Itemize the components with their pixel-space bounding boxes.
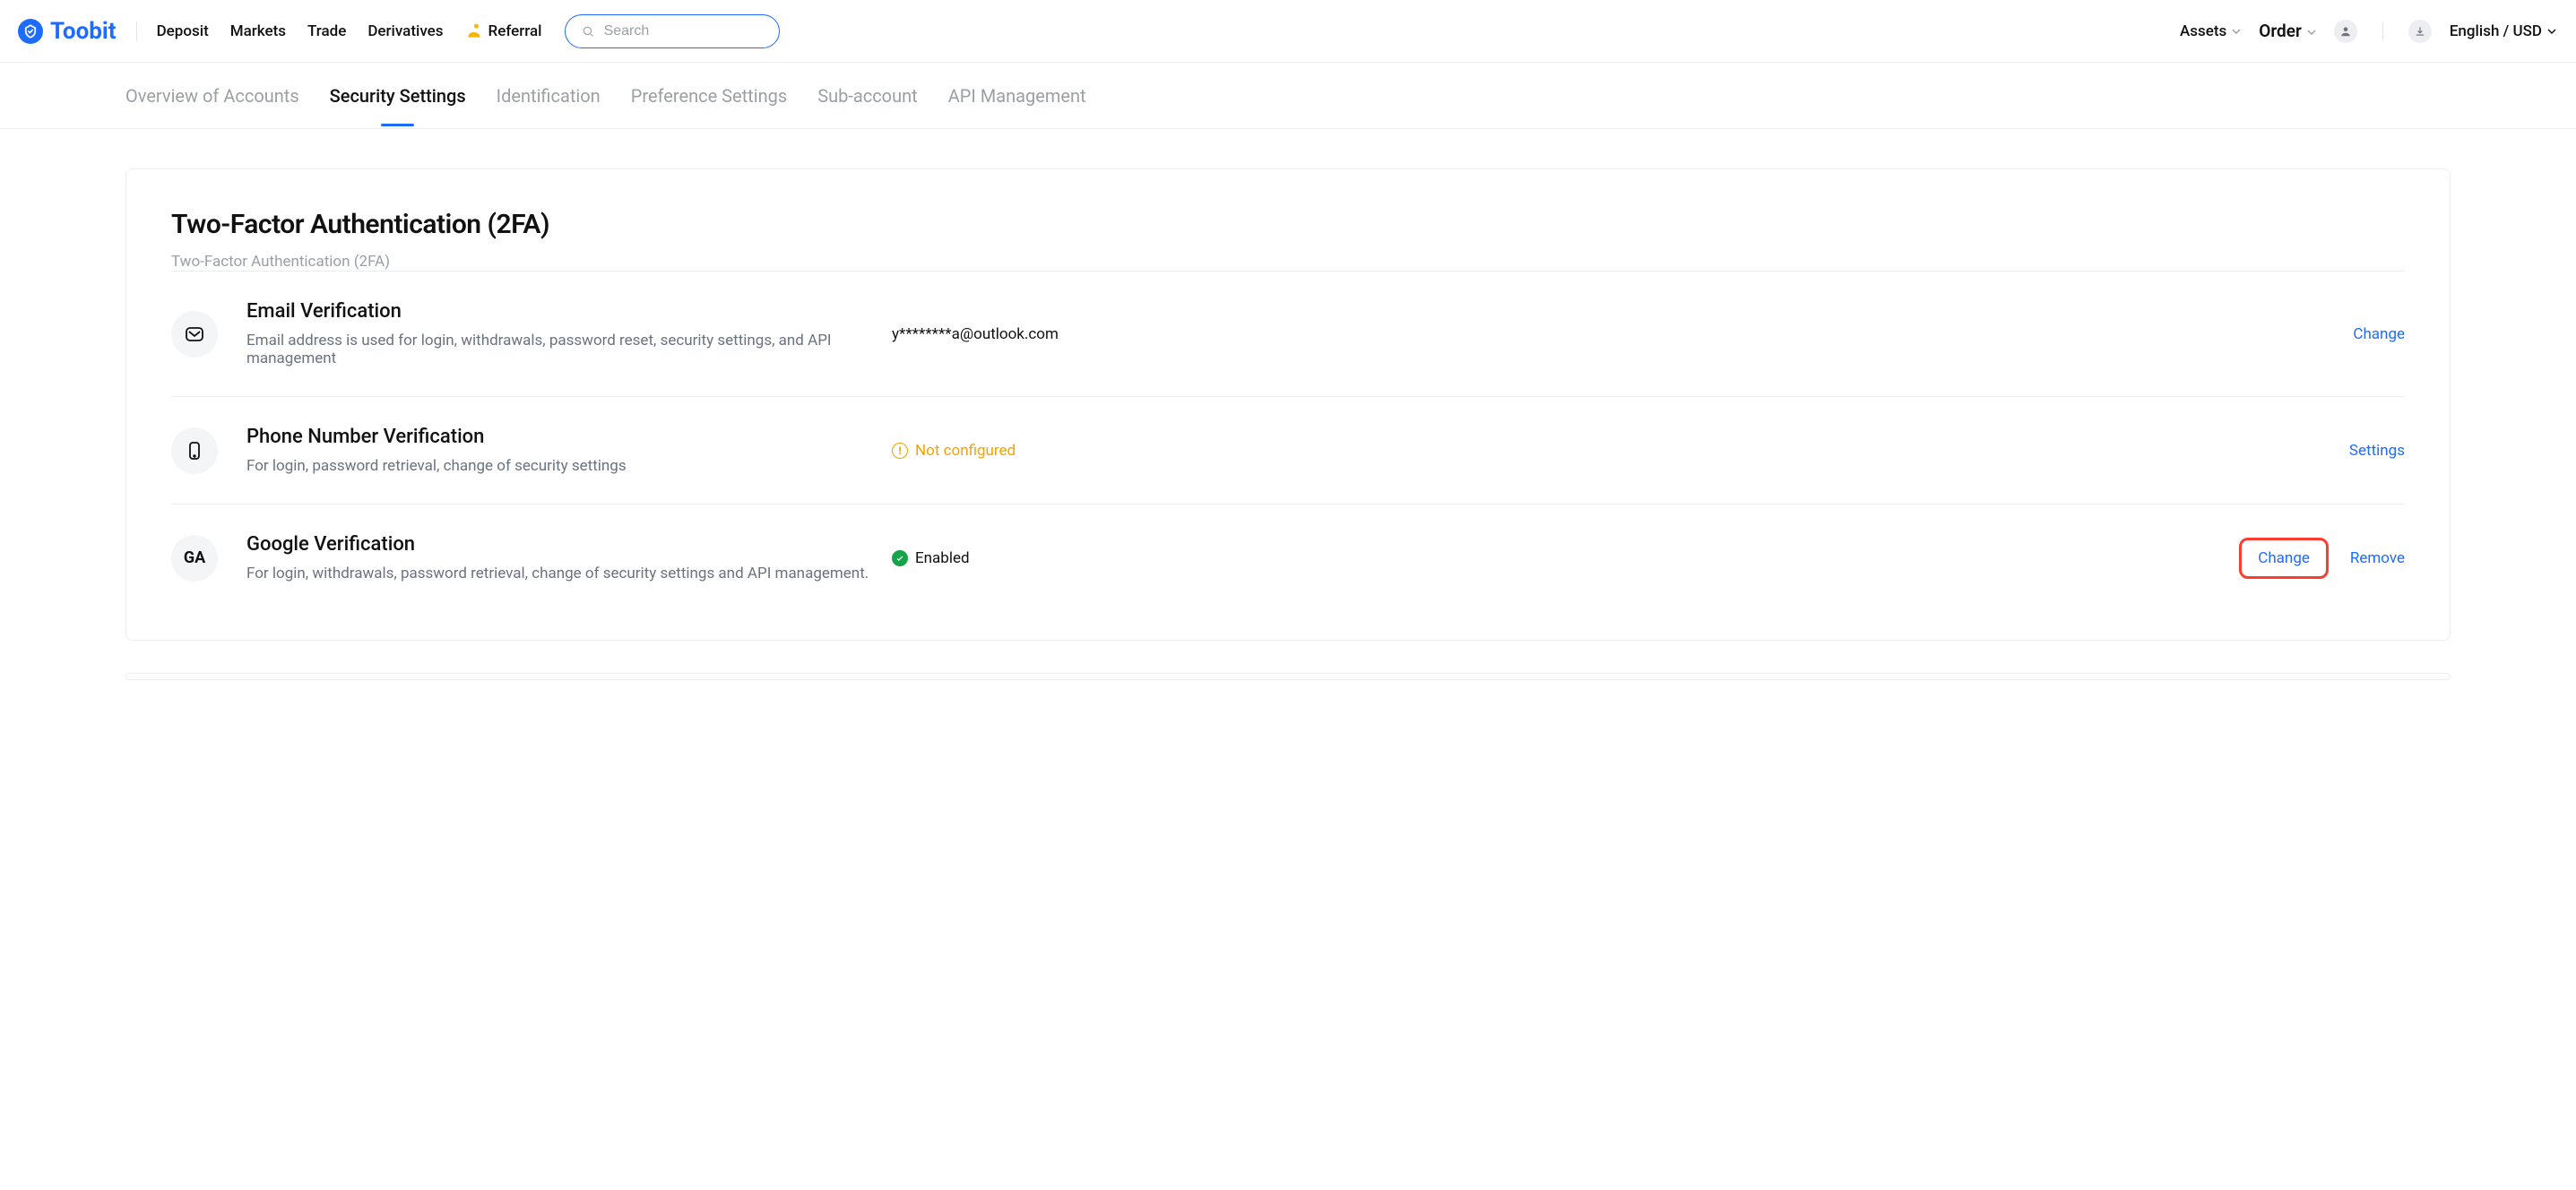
order-dropdown[interactable]: Order	[2259, 21, 2316, 41]
phone-settings-button[interactable]: Settings	[2349, 442, 2405, 460]
phone-icon	[171, 427, 218, 474]
nav-referral[interactable]: Referral	[465, 22, 542, 40]
phone-status: ! Not configured	[892, 442, 2349, 460]
email-value: y********a@outlook.com	[892, 325, 2353, 343]
caret-down-icon	[2307, 21, 2316, 41]
google-remove-button[interactable]: Remove	[2350, 549, 2405, 567]
assets-dropdown[interactable]: Assets	[2180, 22, 2241, 40]
caret-down-icon	[2232, 22, 2241, 40]
order-label: Order	[2259, 21, 2302, 41]
warning-icon: !	[892, 443, 908, 459]
tab-subaccount[interactable]: Sub-account	[817, 65, 918, 126]
google-change-button[interactable]: Change	[2258, 549, 2310, 567]
top-bar: Toobit Deposit Markets Trade Derivatives…	[0, 0, 2576, 63]
twofa-card: Two-Factor Authentication (2FA) Two-Fact…	[125, 168, 2451, 641]
email-change-button[interactable]: Change	[2353, 325, 2405, 343]
account-avatar[interactable]	[2334, 20, 2357, 43]
search-input[interactable]	[604, 23, 764, 39]
google-status: Enabled	[892, 549, 2239, 567]
language-currency-dropdown[interactable]: English / USD	[2450, 22, 2556, 40]
highlight-annotation: Change	[2239, 538, 2329, 579]
email-masked: y********a@outlook.com	[892, 325, 1059, 343]
nav-markets[interactable]: Markets	[230, 22, 286, 40]
search-box[interactable]	[565, 14, 780, 48]
google-auth-icon: GA	[171, 535, 218, 582]
brand-logo-icon	[18, 19, 43, 44]
brand-logo[interactable]: Toobit	[18, 18, 117, 45]
divider	[136, 22, 137, 41]
mail-icon	[171, 311, 218, 358]
next-card-peek	[125, 673, 2451, 680]
top-right-group: Assets Order English / USD	[2180, 20, 2556, 43]
phone-status-text: Not configured	[915, 442, 1016, 460]
brand-name: Toobit	[50, 18, 117, 45]
referral-icon	[465, 22, 483, 40]
nav-derivatives[interactable]: Derivatives	[367, 22, 443, 40]
nav-deposit[interactable]: Deposit	[157, 22, 209, 40]
row-email-verification: Email Verification Email address is used…	[171, 271, 2405, 396]
caret-down-icon	[2547, 22, 2556, 40]
search-icon	[582, 24, 594, 39]
row-description: For login, withdrawals, password retriev…	[246, 565, 892, 582]
row-title: Google Verification	[246, 533, 892, 556]
row-title: Phone Number Verification	[246, 426, 892, 448]
row-google-verification: GA Google Verification For login, withdr…	[171, 504, 2405, 611]
row-description: Email address is used for login, withdra…	[246, 332, 892, 367]
account-subnav: Overview of Accounts Security Settings I…	[0, 63, 2576, 129]
language-currency-label: English / USD	[2450, 22, 2542, 40]
tab-preference[interactable]: Preference Settings	[631, 65, 787, 126]
section-subtitle: Two-Factor Authentication (2FA)	[171, 253, 2405, 271]
tab-api[interactable]: API Management	[948, 65, 1086, 126]
google-auth-icon-text: GA	[184, 548, 205, 567]
assets-label: Assets	[2180, 22, 2226, 40]
download-button[interactable]	[2408, 20, 2432, 43]
primary-nav: Deposit Markets Trade Derivatives	[157, 22, 444, 40]
row-description: For login, password retrieval, change of…	[246, 457, 892, 475]
row-title: Email Verification	[246, 300, 892, 323]
divider	[2382, 22, 2383, 41]
google-status-text: Enabled	[915, 549, 970, 567]
content-area: Two-Factor Authentication (2FA) Two-Fact…	[0, 129, 2576, 766]
check-icon	[892, 550, 908, 566]
row-phone-verification: Phone Number Verification For login, pas…	[171, 396, 2405, 504]
tab-overview[interactable]: Overview of Accounts	[125, 65, 299, 126]
nav-referral-label: Referral	[488, 22, 542, 40]
section-title: Two-Factor Authentication (2FA)	[171, 209, 2405, 240]
tab-identification[interactable]: Identification	[497, 65, 601, 126]
nav-trade[interactable]: Trade	[307, 22, 346, 40]
tab-security[interactable]: Security Settings	[330, 65, 466, 126]
